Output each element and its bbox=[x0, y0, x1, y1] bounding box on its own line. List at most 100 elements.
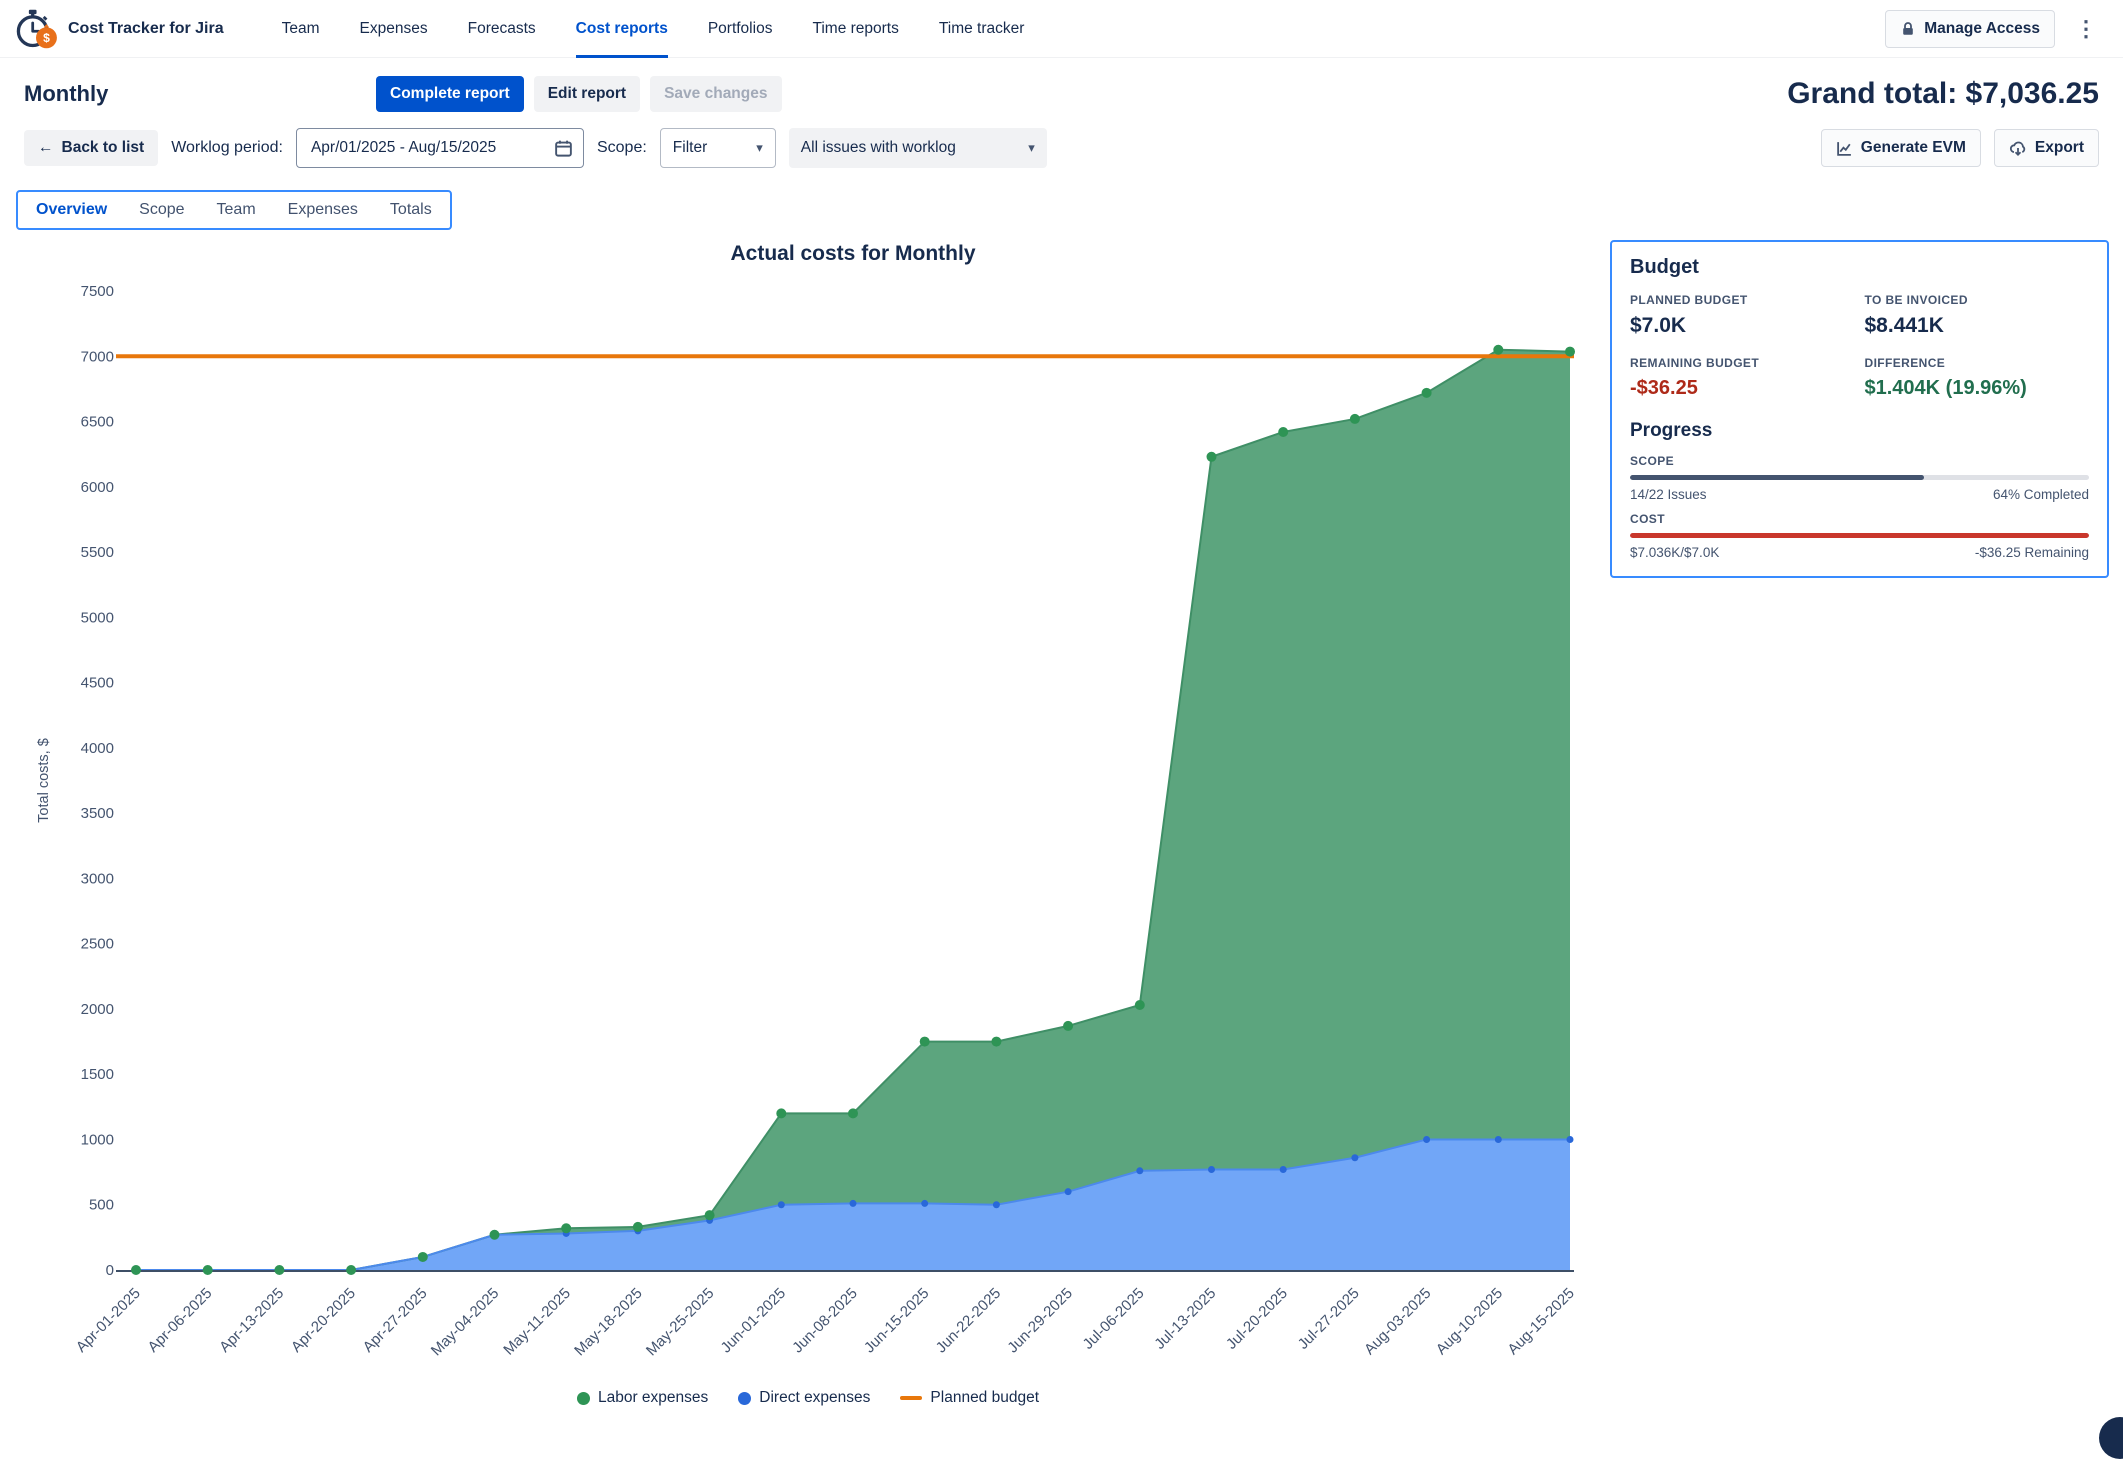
export-label: Export bbox=[2035, 139, 2084, 157]
svg-text:May-18-2025: May-18-2025 bbox=[571, 1285, 646, 1360]
chat-widget[interactable] bbox=[2099, 1417, 2123, 1459]
svg-text:4500: 4500 bbox=[81, 675, 114, 692]
actual-costs-chart: Actual costs for Monthly Total costs, $ 0 5… bbox=[18, 232, 1598, 1382]
save-changes-button[interactable]: Save changes bbox=[650, 76, 781, 112]
nav-time-reports[interactable]: Time reports bbox=[812, 0, 898, 58]
svg-text:7500: 7500 bbox=[81, 283, 114, 300]
tab-scope[interactable]: Scope bbox=[139, 201, 184, 219]
report-header: Monthly Complete report Edit report Save… bbox=[0, 58, 2123, 116]
svg-text:3000: 3000 bbox=[81, 870, 114, 887]
svg-text:Total costs, $: Total costs, $ bbox=[36, 738, 52, 823]
budget-title: Budget bbox=[1630, 256, 2089, 279]
svg-text:7000: 7000 bbox=[81, 348, 114, 365]
svg-text:6000: 6000 bbox=[81, 479, 114, 496]
page-title: Monthly bbox=[24, 81, 376, 107]
svg-text:500: 500 bbox=[89, 1197, 114, 1214]
worklog-period-input[interactable]: Apr/01/2025 - Aug/15/2025 bbox=[296, 128, 584, 168]
difference-block: DIFFERENCE $1.404K (19.96%) bbox=[1865, 356, 2090, 400]
report-tabs: Overview Scope Team Expenses Totals bbox=[16, 190, 452, 230]
svg-text:Jun-08-2025: Jun-08-2025 bbox=[789, 1285, 861, 1357]
to-be-invoiced-block: TO BE INVOICED $8.441K bbox=[1865, 293, 2090, 338]
legend-labor-expenses[interactable]: Labor expenses bbox=[577, 1389, 708, 1407]
tab-overview[interactable]: Overview bbox=[36, 201, 107, 219]
manage-access-label: Manage Access bbox=[1924, 20, 2040, 38]
svg-text:6500: 6500 bbox=[81, 414, 114, 431]
tab-expenses[interactable]: Expenses bbox=[288, 201, 358, 219]
scope-progress-label: SCOPE bbox=[1630, 454, 2089, 468]
svg-text:5000: 5000 bbox=[81, 609, 114, 626]
legend-direct-expenses[interactable]: Direct expenses bbox=[738, 1389, 870, 1407]
scope-issues: 14/22 Issues bbox=[1630, 487, 1707, 502]
scope-completed: 64% Completed bbox=[1993, 487, 2089, 502]
generate-evm-button[interactable]: Generate EVM bbox=[1821, 129, 1981, 167]
svg-text:$: $ bbox=[43, 31, 50, 45]
svg-text:0: 0 bbox=[106, 1262, 114, 1279]
svg-text:1500: 1500 bbox=[81, 1066, 114, 1083]
lock-icon bbox=[1900, 21, 1916, 37]
svg-text:Jun-29-2025: Jun-29-2025 bbox=[1004, 1285, 1076, 1357]
issues-filter-select[interactable]: All issues with worklog ▾ bbox=[789, 128, 1047, 168]
scope-progress-bar bbox=[1630, 475, 2089, 480]
planned-budget-value: $7.0K bbox=[1630, 314, 1855, 338]
svg-text:Aug-15-2025: Aug-15-2025 bbox=[1504, 1285, 1577, 1358]
chevron-down-icon: ▾ bbox=[1028, 140, 1035, 156]
to-be-invoiced-value: $8.441K bbox=[1865, 314, 2090, 338]
remaining-budget-label: REMAINING BUDGET bbox=[1630, 356, 1855, 370]
legend-planned-budget[interactable]: Planned budget bbox=[900, 1389, 1039, 1407]
calendar-icon bbox=[554, 139, 573, 158]
complete-report-button[interactable]: Complete report bbox=[376, 76, 524, 112]
nav-forecasts[interactable]: Forecasts bbox=[468, 0, 536, 58]
scope-progress-fill bbox=[1630, 475, 1924, 480]
svg-text:Aug-10-2025: Aug-10-2025 bbox=[1433, 1285, 1506, 1358]
evm-chart-icon bbox=[1836, 140, 1853, 157]
manage-access-button[interactable]: Manage Access bbox=[1885, 10, 2055, 48]
kebab-menu-icon[interactable]: ⋮ bbox=[2069, 14, 2103, 44]
app-logo-icon: $ bbox=[14, 7, 58, 51]
difference-label: DIFFERENCE bbox=[1865, 356, 2090, 370]
nav-team[interactable]: Team bbox=[282, 0, 320, 58]
remaining-budget-block: REMAINING BUDGET -$36.25 bbox=[1630, 356, 1855, 400]
svg-text:Jul-13-2025: Jul-13-2025 bbox=[1151, 1285, 1219, 1353]
nav-time-tracker[interactable]: Time tracker bbox=[939, 0, 1025, 58]
direct-swatch-icon bbox=[738, 1392, 751, 1405]
edit-report-button[interactable]: Edit report bbox=[534, 76, 640, 112]
svg-text:2000: 2000 bbox=[81, 1001, 114, 1018]
cost-remaining: -$36.25 Remaining bbox=[1975, 545, 2089, 560]
svg-text:4000: 4000 bbox=[81, 740, 114, 757]
tab-totals[interactable]: Totals bbox=[390, 201, 432, 219]
svg-text:2500: 2500 bbox=[81, 936, 114, 953]
app-title: Cost Tracker for Jira bbox=[68, 20, 224, 38]
generate-evm-label: Generate EVM bbox=[1861, 139, 1966, 157]
worklog-period-label: Worklog period: bbox=[171, 139, 283, 157]
remaining-budget-value: -$36.25 bbox=[1630, 377, 1855, 400]
export-cloud-icon bbox=[2009, 139, 2027, 157]
chart-legend: Labor expenses Direct expenses Planned b… bbox=[18, 1389, 1598, 1407]
chevron-down-icon: ▾ bbox=[756, 140, 763, 156]
export-button[interactable]: Export bbox=[1994, 129, 2099, 167]
planned-budget-swatch-icon bbox=[900, 1396, 922, 1400]
nav-expenses[interactable]: Expenses bbox=[360, 0, 428, 58]
progress-title: Progress bbox=[1630, 420, 2089, 442]
nav-portfolios[interactable]: Portfolios bbox=[708, 0, 773, 58]
svg-text:Apr-01-2025: Apr-01-2025 bbox=[73, 1285, 144, 1356]
back-to-list-button[interactable]: ← Back to list bbox=[24, 130, 158, 166]
tab-team[interactable]: Team bbox=[217, 201, 256, 219]
cost-progress-fill bbox=[1630, 533, 2089, 538]
svg-text:Actual costs for Monthly: Actual costs for Monthly bbox=[730, 242, 975, 265]
scope-label: Scope: bbox=[597, 139, 647, 157]
back-arrow-icon: ← bbox=[38, 139, 54, 157]
svg-text:Jun-01-2025: Jun-01-2025 bbox=[718, 1285, 790, 1357]
report-toolbar: ← Back to list Worklog period: Apr/01/20… bbox=[0, 116, 2123, 174]
svg-text:Apr-27-2025: Apr-27-2025 bbox=[360, 1285, 431, 1356]
svg-text:Aug-03-2025: Aug-03-2025 bbox=[1361, 1285, 1434, 1358]
svg-text:Jul-06-2025: Jul-06-2025 bbox=[1080, 1285, 1148, 1353]
svg-text:5500: 5500 bbox=[81, 544, 114, 561]
legend-labor-label: Labor expenses bbox=[598, 1389, 708, 1407]
main-nav: Team Expenses Forecasts Cost reports Por… bbox=[282, 0, 1025, 58]
worklog-period-value: Apr/01/2025 - Aug/15/2025 bbox=[311, 139, 496, 157]
svg-text:Jul-27-2025: Jul-27-2025 bbox=[1295, 1285, 1363, 1353]
nav-cost-reports[interactable]: Cost reports bbox=[576, 0, 668, 58]
planned-budget-block: PLANNED BUDGET $7.0K bbox=[1630, 293, 1855, 338]
labor-swatch-icon bbox=[577, 1392, 590, 1405]
filter-select[interactable]: Filter ▾ bbox=[660, 128, 776, 168]
